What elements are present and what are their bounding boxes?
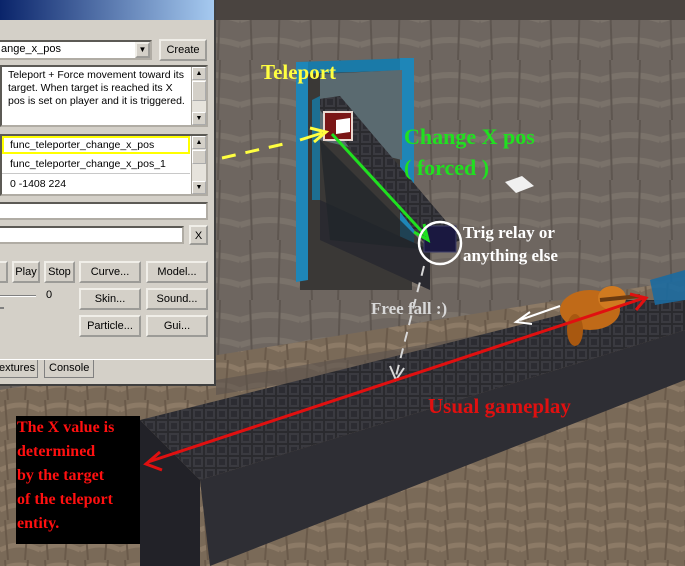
change-x-label: Change X pos ( forced )	[404, 121, 535, 183]
tab-textures[interactable]: extures	[0, 360, 39, 378]
slider-track[interactable]	[0, 295, 36, 297]
skin-button[interactable]: Skin...	[79, 288, 141, 310]
prev-button[interactable]	[0, 261, 8, 283]
stop-button[interactable]: Stop	[44, 261, 75, 283]
slider-value: 0	[46, 289, 53, 301]
description-text: Teleport + Force movement toward its tar…	[0, 65, 208, 127]
curve-button[interactable]: Curve...	[79, 261, 141, 283]
usual-gameplay-label: Usual gameplay	[428, 394, 571, 418]
trig-relay-label: Trig relay or anything else	[463, 221, 558, 267]
chevron-down-icon: ▼	[138, 45, 147, 54]
scroll-up-icon[interactable]: ▲	[192, 136, 206, 149]
x-note-line: determined	[17, 443, 96, 460]
change-x-line1: Change X pos	[404, 124, 535, 149]
tab-strip-line	[0, 359, 214, 360]
gui-button[interactable]: Gui...	[146, 315, 208, 337]
trig-line2: anything else	[463, 246, 558, 265]
particle-button[interactable]: Particle...	[79, 315, 141, 337]
create-button[interactable]: Create	[159, 39, 207, 61]
scroll-down-icon[interactable]: ▼	[192, 181, 206, 194]
x-value-note: The X value is determined by the target …	[16, 416, 140, 544]
free-fall-label: Free fall :)	[371, 299, 448, 318]
property-row[interactable]: func_teleporter_change_x_pos_1	[2, 156, 190, 174]
clear-button[interactable]: X	[189, 225, 208, 245]
teleport-label: Teleport	[261, 60, 337, 84]
play-button[interactable]: Play	[12, 261, 40, 283]
trig-line1: Trig relay or	[463, 223, 555, 242]
slider-tick	[0, 307, 4, 309]
scroll-thumb[interactable]	[192, 81, 206, 101]
tab-console[interactable]: Console	[44, 360, 95, 378]
description-scrollbar[interactable]: ▲ ▼	[191, 67, 206, 125]
entity-editor-window: ange_x_pos ▼ Create Teleport + Force mov…	[0, 0, 216, 386]
x-note-line: by the target	[17, 467, 105, 484]
key-input[interactable]	[0, 202, 208, 220]
property-value: func_teleporter_change_x_pos	[10, 139, 155, 151]
change-x-line2: ( forced )	[404, 155, 490, 180]
value-input[interactable]	[0, 226, 184, 244]
model-button[interactable]: Model...	[146, 261, 208, 283]
classname-value: ange_x_pos	[1, 43, 61, 55]
description-body: Teleport + Force movement toward its tar…	[8, 69, 185, 107]
x-note-line: of the teleport	[17, 491, 113, 508]
x-note-line: entity.	[17, 515, 60, 532]
window-titlebar[interactable]	[0, 0, 214, 20]
classname-combo[interactable]: ange_x_pos	[0, 40, 152, 60]
x-note-line: The X value is	[17, 419, 115, 436]
property-scrollbar[interactable]: ▲ ▼	[191, 136, 206, 194]
classname-dropdown-button[interactable]: ▼	[135, 42, 150, 58]
property-row[interactable]: 0 -1408 224	[2, 176, 190, 194]
scroll-thumb[interactable]	[192, 150, 206, 164]
property-row-selected[interactable]: func_teleporter_change_x_pos	[2, 136, 190, 154]
property-value: 0 -1408 224	[10, 178, 67, 190]
property-value: func_teleporter_change_x_pos_1	[10, 158, 166, 170]
scroll-down-icon[interactable]: ▼	[192, 112, 206, 125]
scroll-up-icon[interactable]: ▲	[192, 67, 206, 80]
sound-button[interactable]: Sound...	[146, 288, 208, 310]
